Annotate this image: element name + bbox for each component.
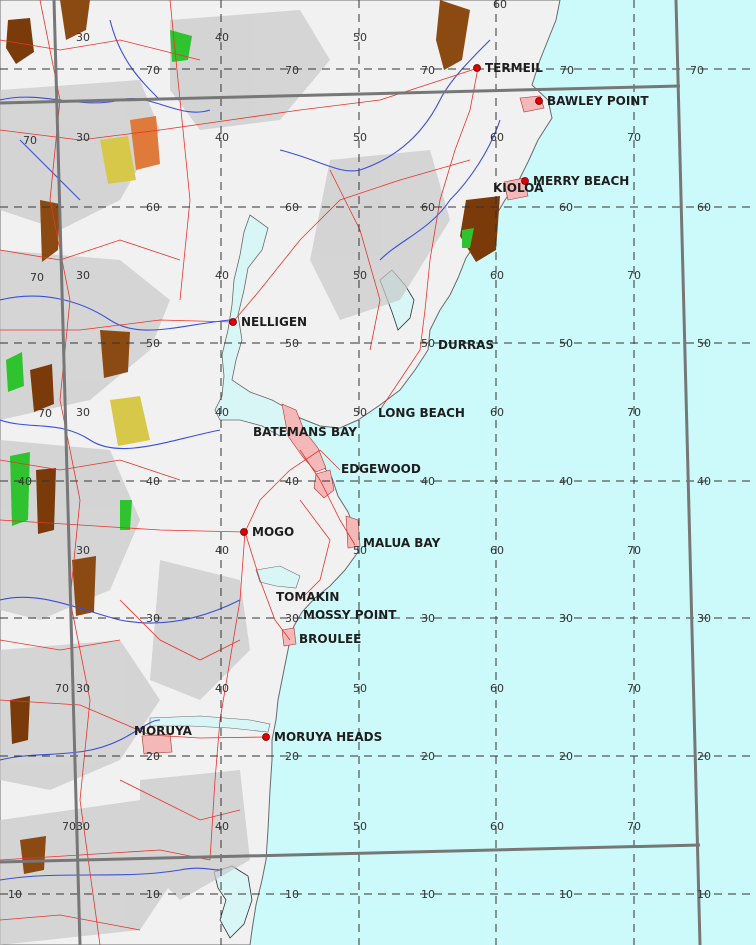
town-marker-moruya-heads: [262, 733, 270, 741]
grid-label: 60: [490, 820, 504, 833]
grid-label: 50: [285, 337, 299, 350]
grid-label: 30: [559, 612, 573, 625]
grid-label: 60: [490, 406, 504, 419]
grid-label: 50: [697, 337, 711, 350]
grid-label: 70: [30, 271, 44, 284]
grid-label: 50: [421, 337, 435, 350]
grid-label: 10: [8, 888, 22, 901]
grid-label: 20: [421, 750, 435, 763]
grid-label: 10: [421, 888, 435, 901]
grid-label: 70: [421, 64, 435, 77]
grid-label: 50: [353, 406, 367, 419]
grid-label: 30: [76, 269, 90, 282]
place-label-mossy-point: MOSSY POINT: [303, 608, 397, 622]
grid-label: 10: [559, 888, 573, 901]
grid-label: 40: [215, 269, 229, 282]
grid-label: 70: [627, 269, 641, 282]
town-marker-termeil: [473, 64, 481, 72]
grid-label: 60: [490, 269, 504, 282]
grid-label: 30: [76, 131, 90, 144]
grid-label: 40: [697, 475, 711, 488]
grid-label: 10: [285, 888, 299, 901]
grid-label: 60: [490, 544, 504, 557]
place-label-long-beach: LONG BEACH: [378, 406, 465, 420]
grid-label: 70: [627, 406, 641, 419]
grid-label: 40: [215, 31, 229, 44]
grid-label: 50: [353, 131, 367, 144]
grid-label: 40: [559, 475, 573, 488]
grid-label: 70: [560, 64, 574, 77]
grid-label: 20: [285, 750, 299, 763]
grid-label: 70: [285, 64, 299, 77]
grid-label: 60: [285, 201, 299, 214]
grid-label: 70: [146, 64, 160, 77]
grid-label: 40: [215, 820, 229, 833]
place-label-termeil: TERMEIL: [485, 61, 543, 75]
grid-label: 50: [353, 682, 367, 695]
place-label-moruya: MORUYA: [134, 724, 193, 738]
grid-label: 70: [55, 682, 69, 695]
grid-label: 70: [627, 131, 641, 144]
grid-label: 50: [353, 31, 367, 44]
place-label-nelligen: NELLIGEN: [241, 315, 307, 329]
place-label-moruya-heads: MORUYA HEADS: [274, 730, 382, 744]
town-marker-bawley-point: [535, 97, 543, 105]
grid-label: 10: [697, 888, 711, 901]
grid-label: 50: [353, 820, 367, 833]
town-marker-nelligen: [229, 318, 237, 326]
grid-label: 60: [146, 201, 160, 214]
grid-label: 10: [146, 888, 160, 901]
place-label-tomakin: TOMAKIN: [276, 590, 339, 604]
grid-label: 60: [493, 0, 507, 11]
grid-label: 30: [76, 820, 90, 833]
grid-label: 70: [627, 820, 641, 833]
grid-label: 40: [18, 475, 32, 488]
town-marker-merry-beach: [521, 177, 529, 185]
grid-label: 30: [285, 612, 299, 625]
place-label-batemans-bay: BATEMANS BAY: [253, 425, 357, 439]
grid-label: 70: [23, 134, 37, 147]
grid-label: 20: [697, 750, 711, 763]
grid-label: 40: [421, 475, 435, 488]
place-label-merry-beach: MERRY BEACH: [533, 174, 629, 188]
grid-label: 30: [146, 612, 160, 625]
place-label-edgewood: EDGEWOOD: [341, 462, 421, 476]
grid-label: 60: [490, 131, 504, 144]
place-label-bawley-point: BAWLEY POINT: [547, 94, 649, 108]
grid-label: 70: [690, 64, 704, 77]
grid-label: 30: [76, 406, 90, 419]
grid-label: 40: [215, 131, 229, 144]
grid-label: 70: [627, 682, 641, 695]
grid-label: 40: [285, 475, 299, 488]
grid-label: 70: [38, 407, 52, 420]
grid-label: 50: [146, 337, 160, 350]
grid-label: 30: [697, 612, 711, 625]
grid-label: 50: [353, 269, 367, 282]
grid-label: 60: [421, 201, 435, 214]
grid-label: 50: [559, 337, 573, 350]
topographic-map: 6030 40 5070 70 70 70 7070 30 40 50 60 7060 60 60 60 60…: [0, 0, 756, 945]
town-marker-mogo: [240, 528, 248, 536]
grid-label: 70: [627, 544, 641, 557]
grid-label: 60: [559, 201, 573, 214]
grid-label: 40: [215, 544, 229, 557]
grid-label: 30: [76, 682, 90, 695]
grid-label: 20: [146, 750, 160, 763]
grid-label: 40: [215, 682, 229, 695]
grid-label: 60: [490, 682, 504, 695]
place-label-mogo: MOGO: [252, 525, 294, 539]
grid-label: 40: [215, 406, 229, 419]
grid-label: 30: [421, 612, 435, 625]
grid-label: 70: [62, 820, 76, 833]
grid-label: 40: [146, 475, 160, 488]
place-label-malua-bay: MALUA BAY: [363, 536, 441, 550]
place-label-durras: DURRAS: [438, 338, 494, 352]
grid-label: 30: [76, 544, 90, 557]
grid-label: 60: [697, 201, 711, 214]
grid-label: 30: [76, 31, 90, 44]
grid-label: 20: [559, 750, 573, 763]
place-label-broulee: BROULEE: [299, 632, 361, 646]
